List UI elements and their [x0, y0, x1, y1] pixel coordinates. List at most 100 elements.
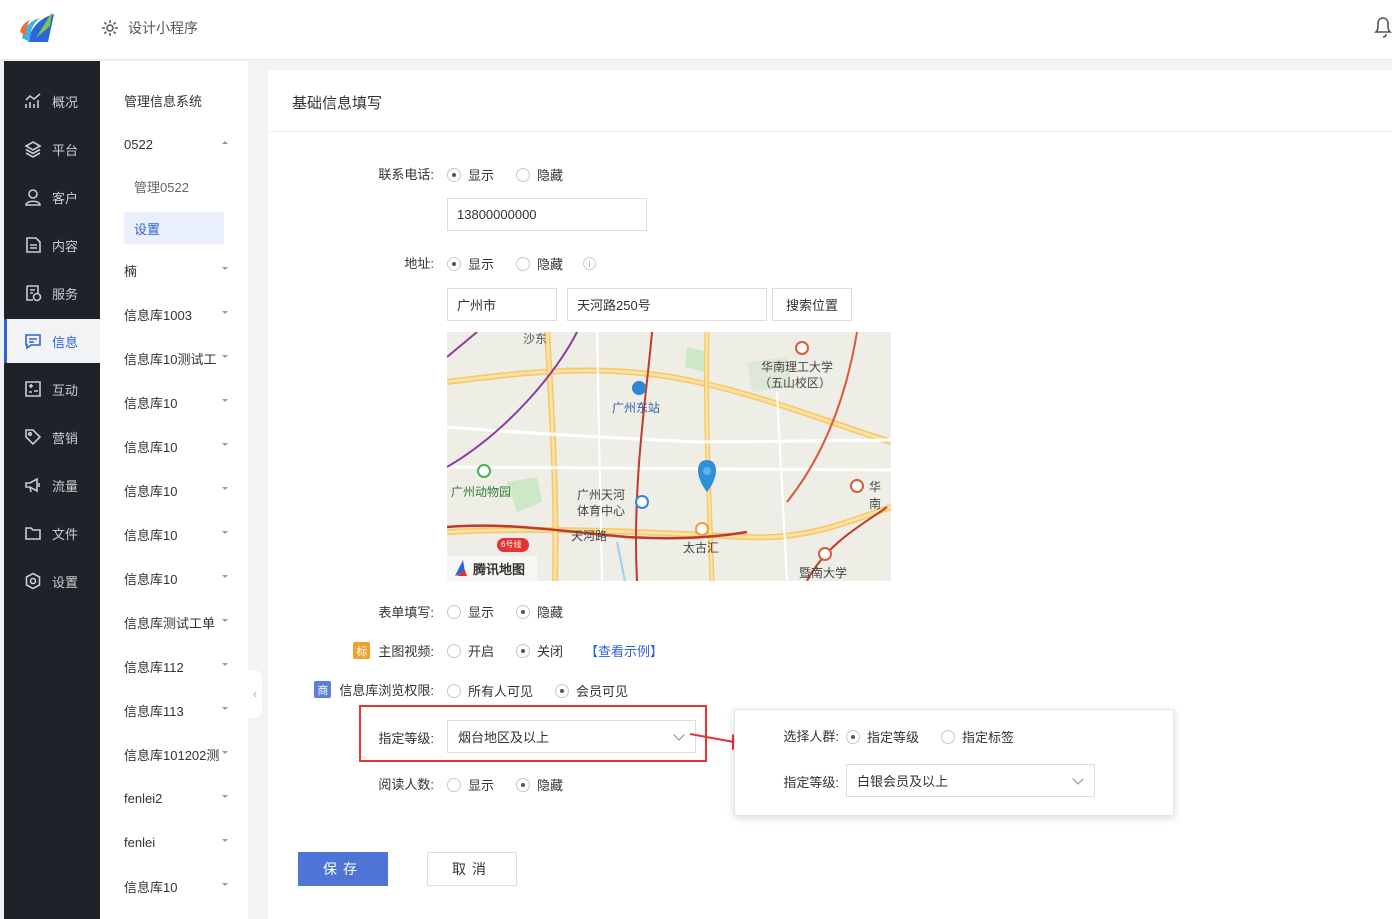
- subnav-child-manage[interactable]: 管理0522: [124, 170, 224, 202]
- city-input[interactable]: 广州市: [447, 288, 557, 321]
- read-count-show-radio[interactable]: 显示: [447, 775, 494, 794]
- cancel-button[interactable]: 取消: [427, 852, 517, 886]
- subnav-item[interactable]: 信息库10: [124, 870, 230, 902]
- crowd-radios: 指定等级 指定标签: [846, 727, 1036, 746]
- info-icon[interactable]: i: [583, 257, 597, 270]
- subnav-item[interactable]: 信息库101202测: [124, 738, 230, 770]
- subnav-item[interactable]: 信息库10: [124, 430, 230, 462]
- nav-item-info[interactable]: 信息: [4, 319, 100, 363]
- nav-item-settings[interactable]: 设置: [4, 559, 100, 603]
- subnav-item-label: 楠: [124, 263, 138, 279]
- radio-label: 隐藏: [537, 778, 564, 793]
- nav-item-overview[interactable]: 概况: [4, 79, 100, 123]
- subnav-item[interactable]: 信息库1003: [124, 298, 230, 330]
- nav-label: 客户: [52, 190, 79, 206]
- subnav-item[interactable]: 信息库113: [124, 694, 230, 726]
- subnav-item[interactable]: 信息库10: [124, 474, 230, 506]
- view-example-link[interactable]: 【查看示例】: [585, 641, 663, 660]
- radio-label: 指定标签: [962, 730, 1015, 745]
- nav-item-interaction[interactable]: 互动: [4, 367, 100, 411]
- metro-line-badge: 6号线: [501, 540, 522, 549]
- sidebar-collapse-toggle[interactable]: ‹: [248, 670, 262, 718]
- subnav-item[interactable]: fenlei2: [124, 782, 230, 814]
- nav-label: 内容: [52, 238, 79, 254]
- service-doc-icon: [26, 285, 42, 302]
- phone-hide-radio[interactable]: 隐藏: [516, 165, 563, 184]
- main-video-off-radio[interactable]: 关闭: [516, 641, 563, 660]
- map-label: 广州天河: [577, 488, 626, 502]
- form-fill-show-radio[interactable]: 显示: [447, 602, 494, 621]
- street-input[interactable]: 天河路250号: [567, 288, 767, 321]
- main-panel: 基础信息填写 联系电话: 显示 隐藏 13800000000 地址: 显示 隐藏…: [268, 70, 1392, 919]
- level-select[interactable]: 烟台地区及以上: [447, 720, 696, 753]
- chevron-left-icon: ‹: [253, 687, 257, 701]
- subnav-item[interactable]: 信息库10测试工: [124, 342, 230, 374]
- map-label: （五山校区）: [759, 376, 832, 390]
- chevron-down-icon: [673, 729, 685, 741]
- map-label: 天河路: [571, 529, 608, 543]
- bell-icon[interactable]: [1374, 14, 1392, 40]
- save-button[interactable]: 保存: [298, 852, 388, 886]
- app-title[interactable]: 设计小程序: [100, 18, 198, 38]
- nav-item-service[interactable]: 服务: [4, 271, 100, 315]
- map-label: 暨南大学: [799, 566, 848, 580]
- phone-show-radio[interactable]: 显示: [447, 165, 494, 184]
- app-title-text: 设计小程序: [128, 20, 198, 36]
- megaphone-icon: [25, 477, 40, 493]
- caret-down-icon: [222, 883, 228, 886]
- subnav-item[interactable]: 信息库112: [124, 650, 230, 682]
- subnav-item[interactable]: 信息库10: [124, 562, 230, 594]
- crowd-level-radio[interactable]: 指定等级: [846, 727, 919, 746]
- nav-item-traffic[interactable]: 流量: [4, 463, 100, 507]
- caret-up-icon: [222, 141, 228, 144]
- radio-dot: [447, 167, 461, 182]
- read-count-hide-radio[interactable]: 隐藏: [516, 775, 563, 794]
- popup-level-select-value: 白银会员及以上: [857, 774, 949, 789]
- subnav-item[interactable]: 信息库测试工单: [124, 606, 230, 638]
- message-icon: [25, 334, 41, 350]
- map-view[interactable]: 沙东 华南理工大学 （五山校区） 广州东站 广州动物园 广州天河 体育中心 天河…: [447, 332, 891, 581]
- subnav-item-label: 信息库10: [124, 439, 178, 455]
- chart-trend-icon: [25, 93, 41, 108]
- address-show-radio[interactable]: 显示: [447, 254, 494, 273]
- nav-item-marketing[interactable]: 营销: [4, 415, 100, 459]
- phone-input[interactable]: 13800000000: [447, 198, 647, 231]
- subnav-item[interactable]: 信息库10: [124, 386, 230, 418]
- subnav-item-label: 信息库1003: [124, 307, 192, 323]
- level-label: 指定等级:: [378, 731, 434, 746]
- browse-member-radio[interactable]: 会员可见: [555, 681, 628, 700]
- browse-all-radio[interactable]: 所有人可见: [447, 681, 533, 700]
- crowd-popup: 选择人群: 指定等级 指定标签 指定等级: 白银会员及以上: [734, 709, 1174, 816]
- form-fill-radios: 显示 隐藏: [447, 602, 585, 621]
- sub-nav: 管理信息系统 0522 管理0522 设置 楠 信息库1003 信息库10测试工…: [100, 61, 248, 919]
- subnav-child-settings[interactable]: 设置: [124, 212, 224, 244]
- address-hide-radio[interactable]: 隐藏: [516, 254, 563, 273]
- chevron-down-icon: [1072, 773, 1084, 785]
- main-video-on-radio[interactable]: 开启: [447, 641, 494, 660]
- radio-label: 开启: [468, 644, 495, 659]
- map-label: 沙东: [523, 332, 548, 346]
- radio-label: 指定等级: [867, 730, 920, 745]
- popup-level-select[interactable]: 白银会员及以上: [846, 764, 1095, 797]
- subnav-group-0522[interactable]: 0522: [124, 128, 230, 160]
- subnav-item-label: 信息库10: [124, 571, 178, 587]
- tag-icon: [25, 429, 42, 446]
- subnav-item[interactable]: fenlei: [124, 826, 230, 858]
- phone-label: 联系电话:: [378, 167, 434, 182]
- subnav-item[interactable]: 楠: [124, 254, 230, 286]
- nav-item-customer[interactable]: 客户: [4, 175, 100, 219]
- radio-label: 隐藏: [537, 257, 564, 272]
- form-fill-hide-radio[interactable]: 隐藏: [516, 602, 563, 621]
- nav-item-platform[interactable]: 平台: [4, 127, 100, 171]
- subnav-item[interactable]: 信息库10: [124, 518, 230, 550]
- nav-item-files[interactable]: 文件: [4, 511, 100, 555]
- nav-item-content[interactable]: 内容: [4, 223, 100, 267]
- search-location-button[interactable]: 搜索位置: [772, 288, 852, 321]
- settings-icon: [25, 572, 41, 590]
- address-label: 地址:: [404, 256, 434, 271]
- crowd-tag-radio[interactable]: 指定标签: [941, 727, 1014, 746]
- caret-down-icon: [222, 575, 228, 578]
- subnav-item-label: 信息库113: [124, 703, 184, 719]
- browse-perm-label-row: 商 信息库浏览权限:: [308, 680, 434, 699]
- radio-dot: [846, 729, 860, 744]
